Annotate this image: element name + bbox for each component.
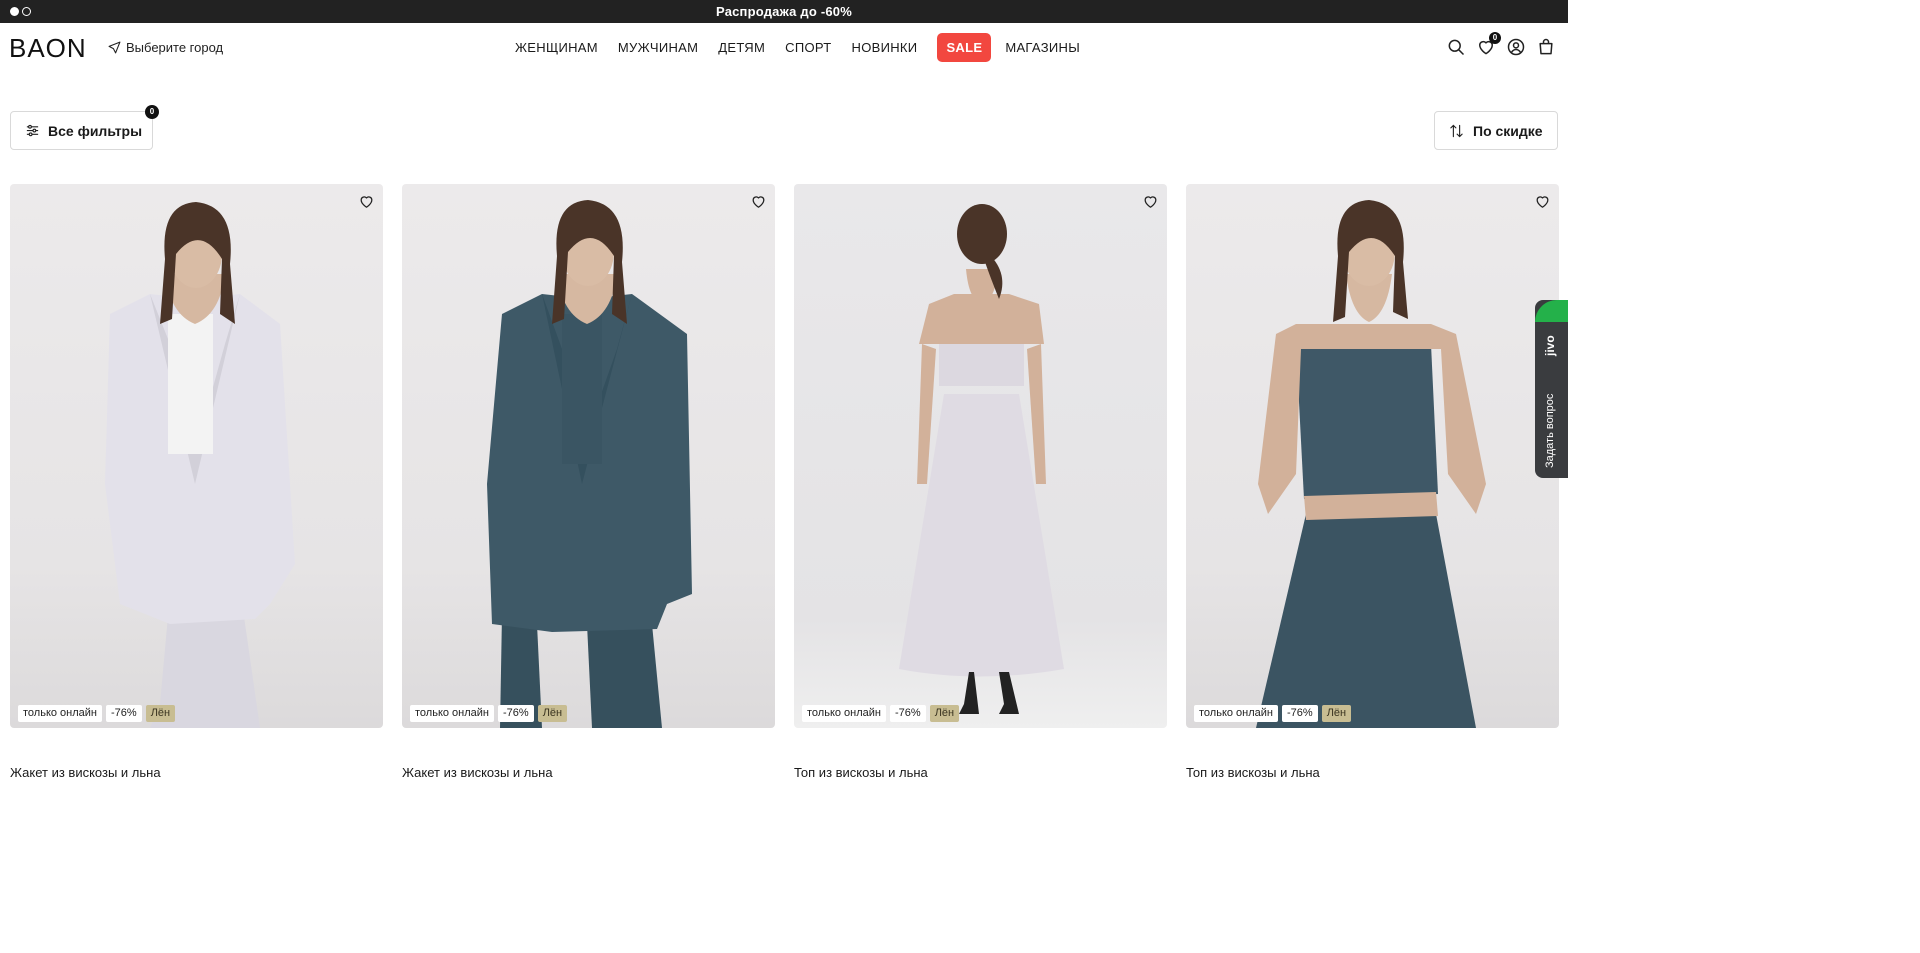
promo-bar: Распродажа до -60%	[0, 0, 1568, 23]
product-badges: только онлайн -76% Лён	[802, 705, 960, 722]
bag-icon[interactable]	[1536, 37, 1556, 57]
nav-kids[interactable]: ДЕТЯМ	[708, 33, 775, 62]
filters-count-badge: 0	[145, 105, 159, 119]
favorite-heart-icon[interactable]	[1142, 193, 1159, 210]
product-title[interactable]: Топ из вискозы и льна	[794, 765, 928, 780]
nav-new[interactable]: НОВИНКИ	[842, 33, 928, 62]
favorite-heart-icon[interactable]	[358, 193, 375, 210]
chat-ask-label: Задать вопрос	[1544, 393, 1556, 468]
main-nav: ЖЕНЩИНАМ МУЖЧИНАМ ДЕТЯМ СПОРТ НОВИНКИ SA…	[505, 33, 1090, 62]
nav-women[interactable]: ЖЕНЩИНАМ	[505, 33, 608, 62]
model-photo	[899, 204, 1064, 714]
product-badges: только онлайн -76% Лён	[18, 705, 176, 722]
header-actions: 0	[1446, 32, 1556, 57]
product-image[interactable]: только онлайн -76% Лён	[10, 184, 383, 728]
discount-badge: -76%	[106, 705, 142, 722]
promo-text[interactable]: Распродажа до -60%	[0, 4, 1568, 19]
favorite-heart-icon[interactable]	[1534, 193, 1551, 210]
discount-badge: -76%	[890, 705, 926, 722]
product-card[interactable]: только онлайн -76% Лён Топ из вискозы и …	[1186, 184, 1559, 780]
sort-button[interactable]: По скидке	[1434, 111, 1558, 150]
product-badges: только онлайн -76% Лён	[1194, 705, 1352, 722]
all-filters-button[interactable]: Все фильтры	[10, 111, 153, 150]
material-badge: Лён	[145, 705, 176, 722]
brand-logo[interactable]: BAON	[9, 35, 87, 61]
online-only-badge: только онлайн	[410, 705, 494, 722]
product-image[interactable]: только онлайн -76% Лён	[402, 184, 775, 728]
sliders-icon	[26, 124, 39, 137]
sort-arrows-icon	[1450, 124, 1463, 137]
favorite-heart-icon[interactable]	[750, 193, 767, 210]
search-icon[interactable]	[1446, 37, 1466, 57]
product-image[interactable]: только онлайн -76% Лён	[794, 184, 1167, 728]
product-badges: только онлайн -76% Лён	[410, 705, 568, 722]
model-photo	[487, 200, 692, 728]
model-photo	[105, 202, 295, 728]
product-card[interactable]: только онлайн -76% Лён Жакет из вискозы …	[10, 184, 383, 780]
nav-men[interactable]: МУЖЧИНАМ	[608, 33, 708, 62]
discount-badge: -76%	[1282, 705, 1318, 722]
product-image[interactable]: только онлайн -76% Лён	[1186, 184, 1559, 728]
nav-stores[interactable]: МАГАЗИНЫ	[995, 33, 1090, 62]
material-badge: Лён	[537, 705, 568, 722]
sort-label: По скидке	[1473, 122, 1543, 139]
online-only-badge: только онлайн	[802, 705, 886, 722]
product-card[interactable]: только онлайн -76% Лён Жакет из вискозы …	[402, 184, 775, 780]
model-photo	[1256, 200, 1486, 728]
chat-leaf-icon	[1535, 300, 1568, 322]
online-only-badge: только онлайн	[1194, 705, 1278, 722]
product-card[interactable]: только онлайн -76% Лён Топ из вискозы и …	[794, 184, 1167, 780]
discount-badge: -76%	[498, 705, 534, 722]
product-title[interactable]: Топ из вискозы и льна	[1186, 765, 1320, 780]
chat-brand: jivo	[1543, 335, 1557, 356]
location-arrow-icon	[108, 41, 121, 54]
nav-sale[interactable]: SALE	[937, 33, 992, 62]
material-badge: Лён	[1321, 705, 1352, 722]
favorites-count-badge: 0	[1489, 32, 1501, 44]
product-title[interactable]: Жакет из вискозы и льна	[10, 765, 161, 780]
user-icon[interactable]	[1506, 37, 1526, 57]
city-label: Выберите город	[126, 40, 224, 55]
city-selector[interactable]: Выберите город	[108, 40, 223, 55]
site-header: BAON Выберите город ЖЕНЩИНАМ МУЖЧИНАМ ДЕ…	[0, 23, 1568, 73]
all-filters-label: Все фильтры	[48, 122, 143, 139]
online-only-badge: только онлайн	[18, 705, 102, 722]
material-badge: Лён	[929, 705, 960, 722]
chat-widget[interactable]: jivo Задать вопрос	[1535, 300, 1568, 478]
product-title[interactable]: Жакет из вискозы и льна	[402, 765, 553, 780]
nav-sport[interactable]: СПОРТ	[775, 33, 841, 62]
favorites-button[interactable]: 0	[1476, 32, 1501, 57]
